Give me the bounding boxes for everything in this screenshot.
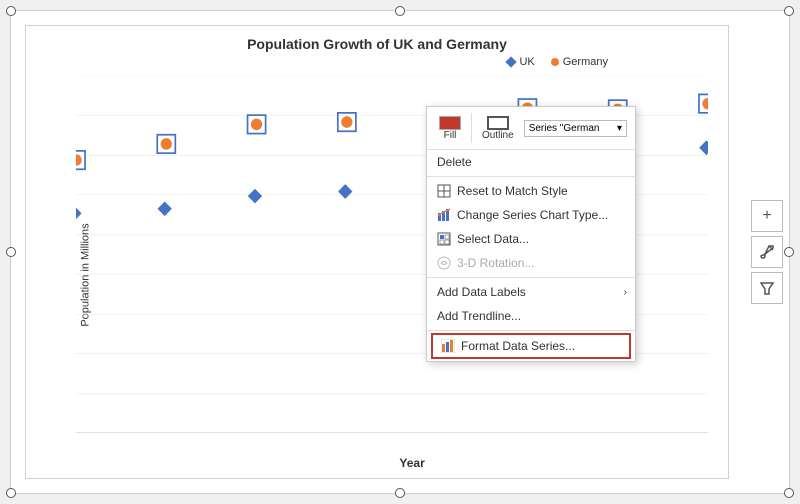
add-trendline-menu-item[interactable]: Add Trendline... (427, 304, 635, 328)
uk-point-1980 (338, 184, 352, 199)
reset-icon (437, 184, 451, 198)
menu-divider-3 (427, 330, 635, 331)
de-point-1970 (251, 119, 262, 131)
add-trendline-label: Add Trendline... (437, 309, 521, 323)
x-axis-label: Year (399, 456, 424, 470)
de-marker-icon (551, 58, 559, 66)
legend-de-label: Germany (563, 56, 608, 68)
outline-icon (487, 116, 509, 130)
handle-top[interactable] (395, 6, 405, 16)
right-toolbar: + (751, 200, 783, 304)
handle-top-right[interactable] (784, 6, 794, 16)
handle-mid-left[interactable] (6, 247, 16, 257)
dropdown-arrow-icon: ▾ (617, 123, 622, 134)
handle-mid-right[interactable] (784, 247, 794, 257)
delete-label: Delete (437, 155, 472, 169)
legend-uk-label: UK (519, 56, 534, 68)
add-labels-label: Add Data Labels (437, 285, 526, 299)
change-series-menu-item[interactable]: Change Series Chart Type... (427, 203, 635, 227)
rotation-icon (437, 256, 451, 270)
outline-label: Outline (482, 130, 514, 141)
handle-bot-right[interactable] (784, 488, 794, 498)
fill-button[interactable]: Fill (435, 114, 465, 143)
uk-marker-icon (506, 56, 517, 67)
uk-point-2020 (699, 140, 708, 155)
outline-button[interactable]: Outline (478, 114, 518, 143)
de-point-1980 (341, 116, 352, 128)
series-dropdown[interactable]: Series "German ▾ (524, 120, 627, 137)
reset-menu-item[interactable]: Reset to Match Style (427, 179, 635, 203)
handle-top-left[interactable] (6, 6, 16, 16)
select-data-menu-item[interactable]: Select Data... (427, 227, 635, 251)
fill-label: Fill (444, 130, 457, 141)
uk-point-1950 (76, 206, 82, 221)
format-series-label: Format Data Series... (461, 339, 575, 353)
filter-icon (759, 280, 775, 296)
uk-point-1960 (158, 201, 172, 216)
filter-button[interactable] (751, 272, 783, 304)
handle-bot[interactable] (395, 488, 405, 498)
reset-label: Reset to Match Style (457, 184, 568, 198)
rotation-label: 3-D Rotation... (457, 256, 534, 270)
format-series-menu-item[interactable]: Format Data Series... (431, 333, 631, 359)
uk-point-1970 (248, 189, 262, 204)
handle-bot-left[interactable] (6, 488, 16, 498)
rotation-menu-item: 3-D Rotation... (427, 251, 635, 275)
change-series-label: Change Series Chart Type... (457, 208, 608, 222)
delete-menu-item[interactable]: Delete (427, 150, 635, 174)
chart-wrapper: Population Growth of UK and Germany UK G… (10, 10, 790, 494)
select-data-icon (437, 232, 451, 246)
select-data-label: Select Data... (457, 232, 529, 246)
add-icon: + (762, 207, 771, 225)
format-series-icon (441, 339, 455, 353)
series-label: Series "German (529, 123, 600, 134)
chart-title: Population Growth of UK and Germany (26, 26, 728, 56)
change-chart-icon (437, 208, 451, 222)
submenu-arrow-icon: › (624, 287, 627, 298)
menu-divider-1 (427, 176, 635, 177)
add-labels-menu-item[interactable]: Add Data Labels › (427, 280, 635, 304)
fill-color-icon (439, 116, 461, 130)
de-point-1960 (161, 138, 172, 150)
format-toolbar: Fill Outline Series "German ▾ (427, 107, 635, 150)
add-element-button[interactable]: + (751, 200, 783, 232)
brush-icon (759, 244, 775, 260)
legend-uk: UK (507, 56, 534, 68)
chart-legend: UK Germany (26, 56, 728, 68)
toolbar-divider (471, 113, 472, 143)
legend-germany: Germany (551, 56, 608, 68)
context-menu: Fill Outline Series "German ▾ Delete (426, 106, 636, 362)
menu-divider-2 (427, 277, 635, 278)
style-button[interactable] (751, 236, 783, 268)
de-point-2020 (702, 98, 708, 110)
de-point-1950 (76, 154, 82, 166)
